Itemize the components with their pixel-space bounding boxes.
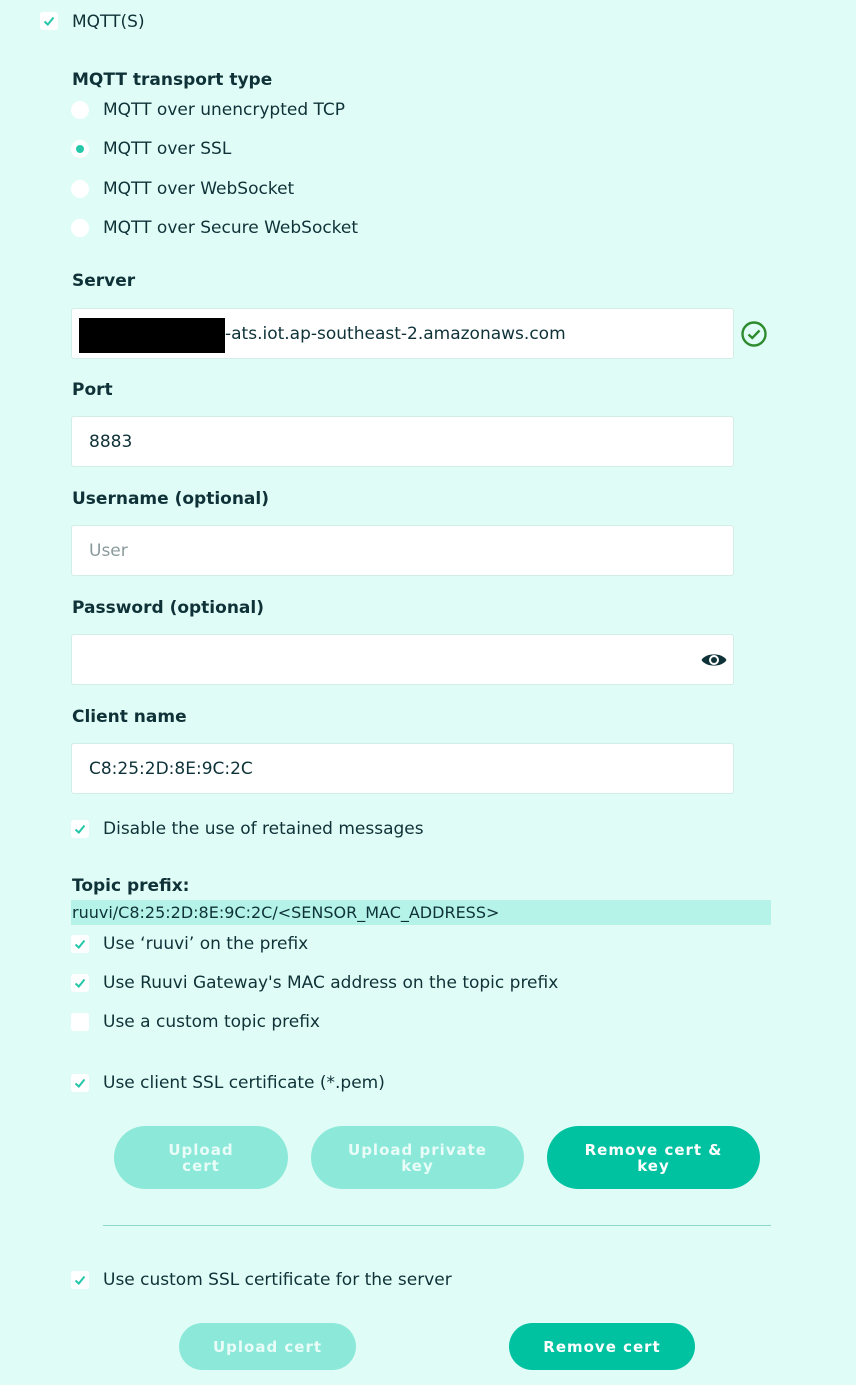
radio-tcp[interactable] <box>71 101 89 119</box>
port-label: Port <box>72 380 113 400</box>
disable-retained-checkbox[interactable] <box>71 820 89 838</box>
port-value: 8883 <box>89 432 133 452</box>
use-gateway-mac-label: Use Ruuvi Gateway's MAC address on the t… <box>103 973 559 993</box>
check-icon <box>74 1275 86 1285</box>
client-name-value: C8:25:2D:8E:9C:2C <box>89 759 253 779</box>
upload-client-cert-button[interactable]: Upload cert <box>114 1126 288 1189</box>
upload-private-key-button-label: Upload private key <box>348 1140 487 1175</box>
upload-server-cert-button[interactable]: Upload cert <box>179 1323 356 1370</box>
check-icon <box>74 1078 86 1088</box>
radio-tcp-label: MQTT over unencrypted TCP <box>103 100 346 120</box>
use-ruuvi-prefix-checkbox[interactable] <box>71 935 89 953</box>
check-circle-icon <box>741 321 767 347</box>
remove-server-cert-button[interactable]: Remove cert <box>509 1323 695 1370</box>
client-ssl-cert-label: Use client SSL certificate (*.pem) <box>103 1073 385 1093</box>
username-label: Username (optional) <box>72 489 269 509</box>
topic-prefix-value: ruuvi/C8:25:2D:8E:9C:2C/<SENSOR_MAC_ADDR… <box>72 903 500 922</box>
username-input[interactable]: User <box>71 525 734 576</box>
server-label: Server <box>72 271 136 291</box>
port-input[interactable]: 8883 <box>71 416 734 467</box>
client-name-label: Client name <box>72 707 187 727</box>
server-value: -ats.iot.ap-southeast-2.amazonaws.com <box>225 324 566 344</box>
divider <box>103 1225 771 1226</box>
use-gateway-mac-checkbox[interactable] <box>71 974 89 992</box>
radio-ssl[interactable] <box>71 140 89 158</box>
upload-client-cert-button-label: Upload cert <box>168 1140 234 1175</box>
remove-server-cert-button-label: Remove cert <box>543 1337 661 1356</box>
topic-prefix-preview: ruuvi/C8:25:2D:8E:9C:2C/<SENSOR_MAC_ADDR… <box>71 900 771 925</box>
mqtt-checkbox[interactable] <box>40 12 58 30</box>
use-ruuvi-prefix-label: Use ‘ruuvi’ on the prefix <box>103 934 309 954</box>
password-input[interactable] <box>71 634 734 685</box>
server-ssl-cert-checkbox[interactable] <box>71 1271 89 1289</box>
server-ssl-cert-label: Use custom SSL certificate for the serve… <box>103 1270 452 1290</box>
transport-type-title: MQTT transport type <box>72 70 273 90</box>
redacted-block <box>79 318 225 353</box>
upload-private-key-button[interactable]: Upload private key <box>311 1126 524 1189</box>
radio-websocket-label: MQTT over WebSocket <box>103 179 295 199</box>
topic-prefix-label: Topic prefix: <box>72 876 190 896</box>
check-icon <box>43 16 55 26</box>
server-input[interactable]: -ats.iot.ap-southeast-2.amazonaws.com <box>71 308 734 359</box>
check-icon <box>74 824 86 834</box>
radio-ssl-label: MQTT over SSL <box>103 139 232 159</box>
use-custom-prefix-label: Use a custom topic prefix <box>103 1012 320 1032</box>
username-placeholder: User <box>89 541 128 561</box>
check-icon <box>74 939 86 949</box>
client-ssl-cert-checkbox[interactable] <box>71 1074 89 1092</box>
radio-secure-websocket[interactable] <box>71 219 89 237</box>
disable-retained-label: Disable the use of retained messages <box>103 819 424 839</box>
radio-secure-websocket-label: MQTT over Secure WebSocket <box>103 218 359 238</box>
check-icon <box>74 978 86 988</box>
remove-cert-key-button-label: Remove cert & key <box>584 1140 723 1175</box>
radio-websocket[interactable] <box>71 180 89 198</box>
client-name-input[interactable]: C8:25:2D:8E:9C:2C <box>71 743 734 794</box>
upload-server-cert-button-label: Upload cert <box>212 1337 323 1356</box>
mqtt-checkbox-label: MQTT(S) <box>72 12 145 32</box>
use-custom-prefix-checkbox[interactable] <box>71 1013 89 1031</box>
remove-cert-key-button[interactable]: Remove cert & key <box>547 1126 760 1189</box>
eye-icon[interactable] <box>700 650 728 670</box>
password-label: Password (optional) <box>72 598 264 618</box>
